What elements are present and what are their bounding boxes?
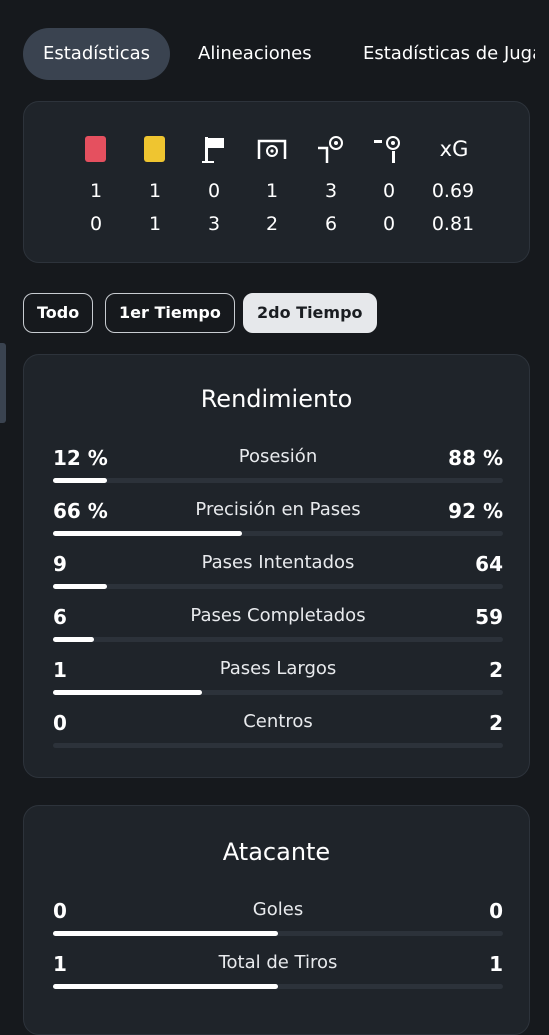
stat-row: 1 Pases Largos 2 bbox=[53, 658, 503, 710]
stat-away-value: 88 % bbox=[448, 446, 503, 470]
stat-label: Centros bbox=[243, 711, 313, 732]
stat-row: 12 % Posesión 88 % bbox=[53, 446, 503, 498]
home-corners: 0 bbox=[207, 180, 221, 202]
stat-away-value: 2 bbox=[489, 711, 503, 735]
stat-away-value: 1 bbox=[489, 952, 503, 976]
stat-bar-fill bbox=[53, 584, 107, 589]
stat-bar-fill bbox=[53, 531, 242, 536]
tab-estadisticas[interactable]: Estadísticas bbox=[23, 28, 171, 80]
away-red-cards: 0 bbox=[89, 213, 103, 235]
away-corners: 3 bbox=[207, 213, 221, 235]
stat-label: Pases Completados bbox=[190, 605, 366, 626]
stat-bar-track bbox=[53, 584, 503, 589]
filter-todo[interactable]: Todo bbox=[23, 293, 94, 333]
tab-alineaciones[interactable]: Alineaciones bbox=[198, 28, 312, 80]
stat-away-value: 64 bbox=[475, 552, 503, 576]
atacante-title: Atacante bbox=[222, 838, 331, 866]
stat-row: 1 Total de Tiros 1 bbox=[53, 952, 503, 1004]
stat-row: 6 Pases Completados 59 bbox=[53, 605, 503, 657]
stat-row: 9 Pases Intentados 64 bbox=[53, 552, 503, 604]
corner-flag-icon bbox=[202, 137, 224, 163]
rendimiento-card: Rendimiento 12 % Posesión 88 % 66 % Precisió… bbox=[23, 354, 530, 778]
home-penalties: 0 bbox=[382, 180, 396, 202]
home-red-cards: 1 bbox=[89, 180, 103, 202]
penalty-ball-icon bbox=[374, 136, 400, 163]
stat-away-value: 2 bbox=[489, 658, 503, 682]
yellow-card-icon bbox=[144, 136, 165, 162]
stat-row: 66 % Precisión en Pases 92 % bbox=[53, 499, 503, 551]
goal-net-icon bbox=[257, 139, 287, 159]
filter-1er-tiempo[interactable]: 1er Tiempo bbox=[105, 293, 235, 333]
stat-bar-track bbox=[53, 637, 503, 642]
stat-row: 0 Centros 2 bbox=[53, 711, 503, 763]
stat-bar-fill bbox=[53, 690, 202, 695]
side-scroll-handle[interactable] bbox=[0, 343, 6, 423]
offside-ball-icon bbox=[318, 136, 343, 163]
stat-away-value: 92 % bbox=[448, 499, 503, 523]
away-yellow-cards: 1 bbox=[148, 213, 162, 235]
home-goals: 1 bbox=[265, 180, 279, 202]
red-card-icon bbox=[85, 136, 106, 162]
filter-2do-tiempo[interactable]: 2do Tiempo bbox=[243, 293, 377, 333]
away-xg: 0.81 bbox=[431, 213, 475, 235]
away-goals: 2 bbox=[265, 213, 279, 235]
away-penalties: 0 bbox=[382, 213, 396, 235]
stat-label: Posesión bbox=[238, 446, 318, 467]
stat-label: Precisión en Pases bbox=[195, 499, 361, 520]
tab-bar: Estadísticas Alineaciones Estadísticas d… bbox=[0, 0, 549, 100]
stat-away-value: 59 bbox=[475, 605, 503, 629]
stat-away-value: 0 bbox=[489, 899, 503, 923]
stat-bar-fill bbox=[53, 637, 94, 642]
stat-label: Pases Largos bbox=[219, 658, 337, 679]
stat-bar-track bbox=[53, 478, 503, 483]
stat-label: Goles bbox=[252, 899, 304, 920]
tab-estadisticas-jugadores[interactable]: Estadísticas de Jugadores bbox=[363, 28, 535, 80]
rendimiento-title: Rendimiento bbox=[200, 385, 353, 413]
home-offsides: 3 bbox=[324, 180, 338, 202]
home-yellow-cards: 1 bbox=[148, 180, 162, 202]
atacante-card: Atacante 0 Goles 0 1 Total de Tiros 1 bbox=[23, 805, 530, 1035]
xg-header: xG bbox=[439, 137, 469, 161]
match-summary-card: xG 1 1 0 1 3 0 0.69 0 1 3 2 6 0 0.81 bbox=[23, 101, 530, 263]
home-xg: 0.69 bbox=[431, 180, 475, 202]
stat-row: 0 Goles 0 bbox=[53, 899, 503, 951]
stat-bar-fill bbox=[53, 931, 278, 936]
stat-bar-fill bbox=[53, 984, 278, 989]
stat-label: Total de Tiros bbox=[218, 952, 338, 973]
stat-bar-fill bbox=[53, 478, 107, 483]
away-offsides: 6 bbox=[324, 213, 338, 235]
stat-label: Pases Intentados bbox=[201, 552, 355, 573]
stat-bar-track bbox=[53, 743, 503, 748]
